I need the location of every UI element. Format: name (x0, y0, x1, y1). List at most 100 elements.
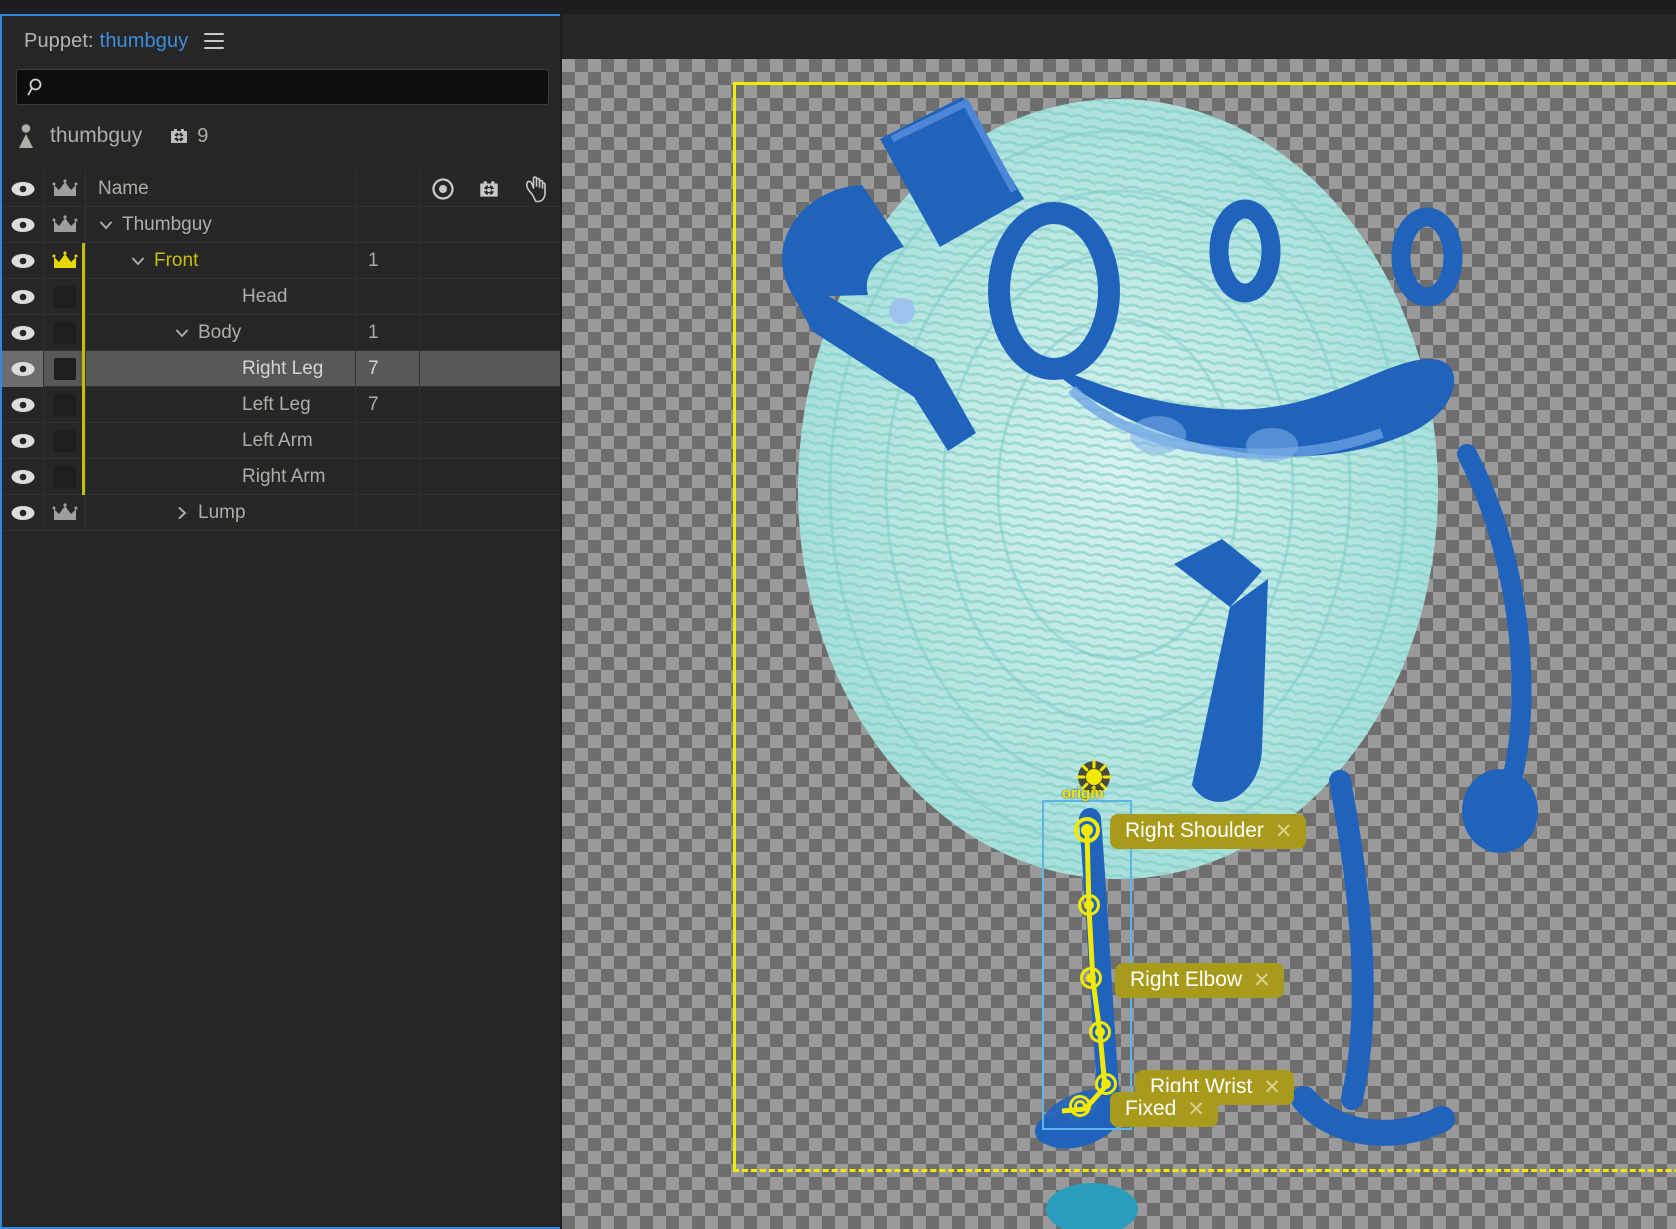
layer-color-swatch[interactable] (53, 465, 76, 488)
layer-record-cell[interactable] (420, 315, 466, 351)
origin-marker[interactable]: origin (1062, 757, 1114, 802)
close-icon[interactable]: ✕ (1253, 970, 1271, 991)
layer-behavior-cell[interactable] (466, 495, 512, 531)
layer-name-cell[interactable]: Body (86, 314, 356, 351)
layer-record-cell[interactable] (420, 495, 466, 531)
record-circle-icon[interactable] (420, 171, 466, 207)
layer-handle-cell[interactable] (512, 495, 560, 531)
close-icon[interactable]: ✕ (1187, 1099, 1205, 1120)
layer-record-cell[interactable] (420, 351, 466, 387)
layer-handle-cell[interactable] (512, 279, 560, 315)
layer-row-front[interactable]: Front 1 (2, 242, 560, 279)
layer-row-head[interactable]: Head (2, 278, 560, 315)
layer-crown-cell[interactable] (44, 458, 86, 495)
search-field[interactable] (16, 69, 549, 105)
stage-canvas[interactable]: origin Right Shoulder ✕ Right Elbow ✕ Ri… (562, 59, 1676, 1229)
layer-record-cell[interactable] (420, 423, 466, 459)
layer-record-cell[interactable] (420, 387, 466, 423)
layer-tree-header: Name (2, 170, 560, 207)
close-icon[interactable]: ✕ (1275, 821, 1293, 842)
layer-row-lump[interactable]: Lump (2, 494, 560, 531)
layer-crown-cell[interactable] (44, 422, 86, 459)
layer-color-swatch[interactable] (53, 357, 76, 380)
layer-record-cell[interactable] (420, 279, 466, 315)
layer-row-left-arm[interactable]: Left Arm (2, 422, 560, 459)
layer-behavior-cell[interactable] (466, 459, 512, 495)
pin-upper-arm-joint[interactable] (1078, 894, 1100, 916)
layer-record-cell[interactable] (420, 459, 466, 495)
visibility-toggle[interactable] (2, 422, 44, 459)
visibility-toggle[interactable] (2, 458, 44, 495)
layer-handle-cell[interactable] (512, 351, 560, 387)
layer-crown-cell[interactable] (44, 386, 86, 423)
visibility-toggle[interactable] (2, 242, 44, 279)
layer-handle-cell[interactable] (512, 423, 560, 459)
layer-handle-cell[interactable] (512, 459, 560, 495)
puppet-summary-row[interactable]: thumbguy 9 (16, 116, 208, 156)
layer-name-cell[interactable]: Lump (86, 494, 356, 531)
badge-right-shoulder[interactable]: Right Shoulder ✕ (1110, 814, 1306, 849)
pin-right-shoulder[interactable] (1074, 817, 1100, 843)
behavior-count-value: 9 (197, 124, 209, 147)
layer-behavior-cell[interactable] (466, 315, 512, 351)
layer-row-right-leg[interactable]: Right Leg 7 (2, 350, 560, 387)
layer-name-cell[interactable]: Left Leg (86, 386, 356, 423)
layer-record-cell[interactable] (420, 243, 466, 279)
layer-behavior-cell[interactable] (466, 423, 512, 459)
layer-crown-cell[interactable] (44, 314, 86, 351)
layer-name: Body (198, 321, 242, 343)
layer-crown-cell[interactable] (44, 350, 86, 387)
layer-name-cell[interactable]: Head (86, 278, 356, 315)
layer-crown-cell[interactable] (44, 494, 86, 531)
layer-behavior-cell[interactable] (466, 351, 512, 387)
layer-behavior-cell[interactable] (466, 387, 512, 423)
badge-right-elbow[interactable]: Right Elbow ✕ (1115, 963, 1284, 998)
layer-name-cell[interactable]: Right Leg (86, 350, 356, 387)
layer-color-swatch[interactable] (53, 321, 76, 344)
layer-handle-cell[interactable] (512, 243, 560, 279)
layer-name-cell[interactable]: Front (86, 242, 356, 279)
puppet-name: thumbguy (50, 124, 143, 147)
pin-forearm-joint[interactable] (1089, 1021, 1111, 1043)
visibility-column-header (2, 170, 44, 207)
layer-behavior-cell[interactable] (466, 279, 512, 315)
badge-fixed[interactable]: Fixed ✕ (1110, 1092, 1218, 1127)
layer-color-swatch[interactable] (53, 285, 76, 308)
layer-crown-cell[interactable] (44, 206, 86, 243)
layer-handle-cell[interactable] (512, 387, 560, 423)
visibility-toggle[interactable] (2, 314, 44, 351)
pin-right-elbow[interactable] (1080, 967, 1102, 989)
visibility-toggle[interactable] (2, 494, 44, 531)
layer-name: Left Arm (242, 429, 313, 451)
layer-row-thumbguy[interactable]: Thumbguy (2, 206, 560, 243)
behavior-gear-icon[interactable] (466, 171, 512, 207)
visibility-toggle[interactable] (2, 386, 44, 423)
layer-row-left-leg[interactable]: Left Leg 7 (2, 386, 560, 423)
visibility-toggle[interactable] (2, 206, 44, 243)
badge-label: Right Elbow (1130, 968, 1243, 991)
panel-document-name[interactable]: thumbguy (100, 30, 189, 52)
layer-name-cell[interactable]: Thumbguy (86, 206, 356, 243)
layer-color-swatch[interactable] (53, 393, 76, 416)
layer-handle-cell[interactable] (512, 315, 560, 351)
layer-crown-cell[interactable] (44, 278, 86, 315)
group-accent-bar (82, 278, 85, 315)
layer-row-body[interactable]: Body 1 (2, 314, 560, 351)
hand-pointer-icon[interactable] (512, 171, 560, 207)
layer-row-right-arm[interactable]: Right Arm (2, 458, 560, 495)
search-input[interactable] (47, 78, 538, 96)
layer-record-cell[interactable] (420, 207, 466, 243)
visibility-toggle[interactable] (2, 350, 44, 387)
visibility-toggle[interactable] (2, 278, 44, 315)
layer-crown-cell[interactable] (44, 242, 86, 279)
layer-name-cell[interactable]: Left Arm (86, 422, 356, 459)
layer-behavior-cell[interactable] (466, 243, 512, 279)
hamburger-icon[interactable] (204, 33, 225, 49)
layer-name-cell[interactable]: Right Arm (86, 458, 356, 495)
layer-behavior-cell[interactable] (466, 207, 512, 243)
pin-right-wrist[interactable] (1095, 1073, 1117, 1095)
layer-color-swatch[interactable] (53, 429, 76, 452)
pin-fixed[interactable] (1069, 1095, 1091, 1117)
layer-handle-cell[interactable] (512, 207, 560, 243)
close-icon[interactable]: ✕ (1263, 1077, 1281, 1098)
